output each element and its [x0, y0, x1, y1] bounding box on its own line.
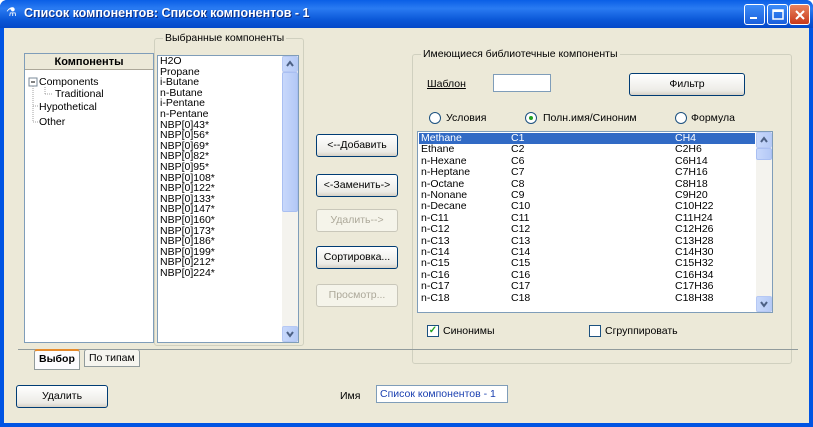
- library-row[interactable]: n-C17 C17 C17H36: [419, 280, 755, 293]
- tree-item-traditional[interactable]: Traditional: [55, 88, 104, 100]
- minimize-icon: [750, 17, 757, 19]
- component-tree[interactable]: Компоненты Components Traditional Hypoth…: [24, 53, 154, 343]
- selected-item[interactable]: NBP[0]224*: [158, 268, 215, 279]
- selected-scrollbar[interactable]: [282, 56, 298, 342]
- app-icon: ⚗: [6, 5, 17, 19]
- library-title: Имеющиеся библиотечные компоненты: [421, 48, 620, 60]
- chevron-up-icon: [286, 60, 294, 67]
- chevron-down-icon: [760, 301, 768, 308]
- synonyms-label: Синонимы: [443, 325, 495, 337]
- scroll-down-button[interactable]: [282, 326, 298, 342]
- library-row[interactable]: n-C12 C12 C12H26: [419, 223, 755, 236]
- library-cell-formula: C7H16: [675, 166, 708, 179]
- radio-formula-label: Формула: [691, 112, 735, 124]
- synonyms-checkbox[interactable]: ✓: [427, 325, 439, 337]
- library-list[interactable]: Methane C1 CH4 Ethane C2 C2H6 n-Hexane C6 C6H14 n…: [417, 131, 773, 313]
- tab-by-types[interactable]: По типам: [84, 349, 140, 367]
- tree-item-components[interactable]: Components: [39, 76, 99, 88]
- name-label: Имя: [340, 390, 361, 402]
- library-cell-synonym: C12: [511, 223, 531, 236]
- library-cell-formula: C12H26: [675, 223, 714, 236]
- group-label: Сгруппировать: [605, 325, 678, 337]
- chevron-up-icon: [760, 136, 768, 143]
- scroll-up-button[interactable]: [282, 56, 298, 72]
- library-cell-name: n-C12: [421, 223, 450, 236]
- delete-button[interactable]: Удалить: [16, 385, 108, 408]
- scroll-thumb[interactable]: [282, 72, 298, 212]
- group-checkbox[interactable]: [589, 325, 601, 337]
- selected-item[interactable]: H2O: [158, 56, 215, 67]
- library-cell-formula: C18H38: [675, 291, 714, 304]
- library-cell-formula: C17H36: [675, 280, 714, 293]
- library-scrollbar[interactable]: [756, 132, 772, 312]
- library-cell-synonym: C7: [511, 166, 525, 179]
- library-cell-name: n-C18: [421, 291, 450, 304]
- selected-item[interactable]: n-Pentane: [158, 109, 215, 120]
- dialog-body: Компоненты Components Traditional Hypoth…: [4, 28, 809, 423]
- selected-item[interactable]: NBP[0]95*: [158, 162, 215, 173]
- sort-button[interactable]: Сортировка...: [316, 246, 398, 269]
- library-row[interactable]: Methane C1 CH4: [419, 132, 755, 145]
- title-bar[interactable]: ⚗ Список компонентов: Список компонентов…: [0, 0, 813, 28]
- library-group: Имеющиеся библиотечные компоненты Шаблон…: [412, 48, 792, 364]
- library-row[interactable]: n-Heptane C7 C7H16: [419, 166, 755, 179]
- remove-button[interactable]: Удалить-->: [316, 209, 398, 232]
- minimize-button[interactable]: [744, 4, 765, 25]
- template-label: Шаблон: [427, 78, 466, 90]
- selected-components-group: Выбранные компоненты H2O Propane i-Butane n…: [154, 32, 304, 346]
- tree-header: Компоненты: [25, 54, 153, 70]
- library-row[interactable]: n-C18 C18 C18H38: [419, 291, 755, 304]
- radio-formula[interactable]: [675, 112, 687, 124]
- radio-fullname[interactable]: [525, 112, 537, 124]
- library-cell-synonym: C18: [511, 291, 531, 304]
- selected-items: H2O Propane i-Butane n-Butane i-Pentane n-Pen…: [158, 56, 215, 278]
- template-input[interactable]: [493, 74, 551, 92]
- tree-item-other[interactable]: Other: [39, 116, 65, 128]
- library-scroll-down-button[interactable]: [756, 296, 772, 312]
- library-cell-name: n-Heptane: [421, 166, 471, 179]
- library-cell-synonym: C17: [511, 280, 531, 293]
- library-scroll-thumb[interactable]: [756, 148, 772, 160]
- name-field[interactable]: Список компонентов - 1: [376, 385, 508, 403]
- tab-selection[interactable]: Выбор: [34, 349, 80, 370]
- library-scroll-up-button[interactable]: [756, 132, 772, 148]
- close-button[interactable]: [789, 4, 810, 25]
- selected-components-title: Выбранные компоненты: [163, 32, 287, 44]
- radio-fullname-label: Полн.имя/Синоним: [543, 112, 637, 124]
- close-icon: [795, 10, 805, 20]
- selected-components-list[interactable]: H2O Propane i-Butane n-Butane i-Pentane n-Pen…: [157, 55, 299, 343]
- window-title: Список компонентов: Список компонентов -…: [24, 6, 310, 20]
- chevron-down-icon: [286, 331, 294, 338]
- tree-item-hypothetical[interactable]: Hypothetical: [39, 101, 97, 113]
- selected-item[interactable]: NBP[0]160*: [158, 215, 215, 226]
- maximize-button[interactable]: [767, 4, 788, 25]
- view-button[interactable]: Просмотр...: [316, 284, 398, 307]
- component-list-window: ⚗ Список компонентов: Список компонентов…: [0, 0, 813, 427]
- add-button[interactable]: <--Добавить: [316, 134, 398, 157]
- radio-conditions[interactable]: [429, 112, 441, 124]
- maximize-icon: [772, 9, 784, 20]
- filter-button[interactable]: Фильтр: [629, 73, 745, 96]
- replace-button[interactable]: <-Заменить->: [316, 174, 398, 197]
- radio-conditions-label: Условия: [446, 112, 487, 124]
- library-cell-name: n-C17: [421, 280, 450, 293]
